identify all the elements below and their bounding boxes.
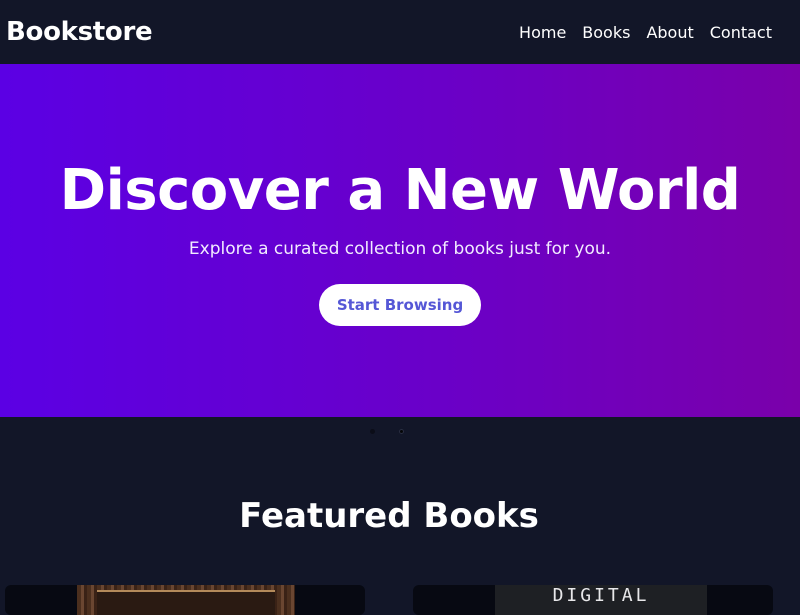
carousel-indicators — [370, 429, 404, 434]
carousel-dot-active[interactable] — [399, 429, 404, 434]
book-card[interactable] — [5, 585, 365, 615]
nav-link-contact[interactable]: Contact — [710, 23, 772, 42]
hero-subtitle: Explore a curated collection of books ju… — [188, 239, 612, 259]
nav-link-books[interactable]: Books — [582, 23, 630, 42]
book-cover-title: DIGITAL — [552, 585, 650, 606]
site-header: Bookstore Home Books About Contact — [0, 0, 800, 64]
book-card[interactable]: DIGITAL — [413, 585, 773, 615]
hero-banner: Discover a New World Explore a curated c… — [0, 64, 800, 417]
start-browsing-button[interactable]: Start Browsing — [319, 284, 481, 326]
hero-title: Discover a New World — [59, 158, 741, 223]
main-nav: Home Books About Contact — [519, 23, 772, 42]
book-cover-frame — [97, 590, 275, 615]
book-cover-image[interactable] — [77, 585, 295, 615]
carousel-dot[interactable] — [370, 429, 375, 434]
brand-logo[interactable]: Bookstore — [6, 17, 153, 47]
book-cover-image[interactable]: DIGITAL — [495, 585, 707, 615]
featured-books-heading: Featured Books — [239, 496, 539, 536]
nav-link-about[interactable]: About — [646, 23, 693, 42]
nav-link-home[interactable]: Home — [519, 23, 566, 42]
